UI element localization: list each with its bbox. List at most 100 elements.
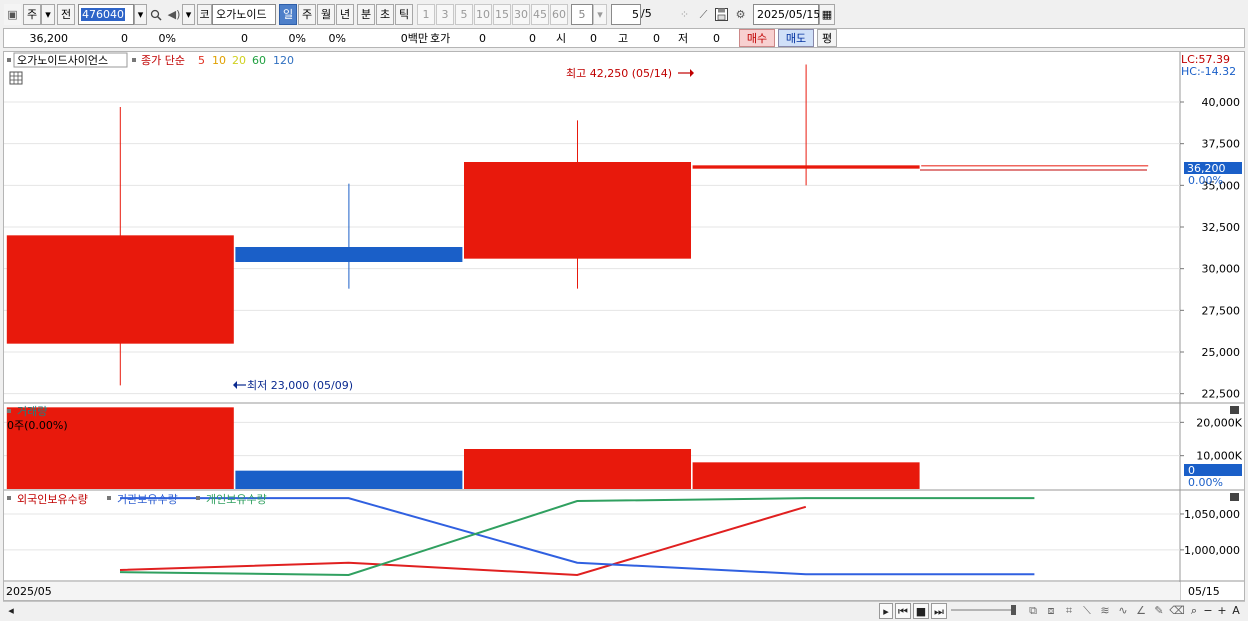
price-tick-label: 32,500	[1202, 221, 1241, 234]
ma-10-label[interactable]: 10	[212, 54, 226, 67]
period-day[interactable]: 일	[279, 4, 297, 25]
open-label: 시	[556, 32, 567, 45]
interval-3[interactable]: 3	[436, 4, 454, 25]
holdings-marker	[7, 496, 11, 500]
holdings-close-icon[interactable]	[1230, 493, 1239, 501]
volume-axis: 10,000K 20,000K	[1180, 416, 1243, 463]
line-tool-icon[interactable]: ⟍	[1079, 603, 1095, 619]
stock-name-field: 오가노이드	[212, 4, 276, 25]
layout-icon[interactable]: ▣	[4, 4, 21, 25]
interval-30[interactable]: 30	[512, 4, 530, 25]
date-axis-right: 05/15	[1188, 585, 1220, 598]
interval-45[interactable]: 45	[531, 4, 549, 25]
period-week[interactable]: 주	[298, 4, 316, 25]
date-axis-bg	[4, 582, 1180, 600]
interval-1[interactable]: 1	[417, 4, 435, 25]
ma-title[interactable]: 종가 단순	[141, 54, 185, 67]
ma-60-label[interactable]: 60	[252, 54, 266, 67]
prev-button[interactable]: 전	[57, 4, 75, 25]
interval-60[interactable]: 60	[550, 4, 568, 25]
high-label: 고	[618, 32, 629, 45]
avg-button[interactable]: 평	[817, 29, 837, 47]
sell-button[interactable]: 매도	[778, 29, 814, 47]
period-tick[interactable]: 틱	[395, 4, 413, 25]
magnify-icon[interactable]: ⌕	[1187, 603, 1201, 619]
code-dropdown[interactable]: ▾	[134, 4, 147, 25]
market-prefix[interactable]: 코	[197, 4, 212, 25]
volume-pct: 0%	[288, 32, 306, 45]
page-input[interactable]: 5	[611, 4, 641, 25]
forward-button[interactable]: ⏭	[931, 603, 947, 619]
scroll-left-arrow[interactable]: ◂	[5, 603, 17, 619]
compare-icon[interactable]: ⁘	[676, 4, 693, 25]
period-type-button[interactable]: 주	[23, 4, 41, 25]
font-size-icon[interactable]: A	[1229, 603, 1243, 619]
volume-bar	[235, 470, 463, 489]
text-tool-icon[interactable]: ✎	[1151, 603, 1167, 619]
page-total: /5	[641, 7, 652, 20]
zoom-slider[interactable]	[951, 603, 1017, 619]
zoom-in-icon[interactable]: +	[1215, 603, 1229, 619]
trend-tool-icon[interactable]: ⟋	[695, 4, 712, 25]
interval-15[interactable]: 15	[493, 4, 511, 25]
current-price: 36,200	[29, 32, 69, 45]
chart-scroll-bar[interactable]: ◂ ▸ ⏮ ■ ⏭ ⧉ ⧈ ⌗ ⟍ ≋ ∿ ∠ ✎ ⌫ ⌕ − + A	[3, 601, 1245, 619]
gear-icon[interactable]: ⚙	[732, 4, 749, 25]
quote-bar: 36,200 0 0% 0 0% 0% 0백만 호가 0 0 시 0 고 0 저…	[3, 28, 1245, 48]
turnover-pct: 0%	[328, 32, 346, 45]
volume-title[interactable]: 거래량	[17, 405, 47, 418]
search-icon[interactable]	[148, 4, 164, 25]
zoom-out-icon[interactable]: −	[1201, 603, 1215, 619]
low-annotation: 최저 23,000 (05/09)	[247, 379, 353, 392]
institution-holdings-line	[120, 497, 1035, 576]
legend-individual[interactable]: 개인보유수량	[206, 493, 267, 506]
period-minute[interactable]: 분	[357, 4, 375, 25]
calendar-icon[interactable]: ▦	[819, 4, 835, 25]
holdings-series	[119, 497, 1035, 576]
volume-current-pct: 0.00%	[1188, 476, 1223, 489]
volume-tick-label: 10,000K	[1196, 450, 1242, 463]
legend-foreign[interactable]: 외국인보유수량	[17, 493, 88, 506]
period-month[interactable]: 월	[317, 4, 335, 25]
save-icon[interactable]	[713, 4, 730, 25]
stop-button[interactable]: ■	[913, 603, 929, 619]
erase-icon[interactable]: ⌫	[1169, 603, 1185, 619]
ma-20-label[interactable]: 20	[232, 54, 246, 67]
chart-window: ▣ 주 ▾ 전 476040 ▾ ◀) ▾ 코 오가노이드 일 주 월 년 분 …	[0, 0, 1248, 621]
scroll-right-arrow[interactable]: ▸	[879, 603, 893, 619]
trade-amount: 0백만	[400, 32, 428, 45]
fibonacci-icon[interactable]: ≋	[1097, 603, 1113, 619]
price-change-pct: 0%	[158, 32, 176, 45]
stock-code-input[interactable]: 476040	[78, 4, 134, 25]
price-tick-label: 30,000	[1202, 263, 1241, 276]
period-type-dropdown[interactable]: ▾	[41, 4, 55, 25]
open-value: 0	[590, 32, 597, 45]
volume-close-icon[interactable]	[1230, 406, 1239, 414]
copy-icon[interactable]: ⧉	[1025, 603, 1041, 619]
ma-marker	[132, 58, 136, 62]
period-second[interactable]: 초	[376, 4, 394, 25]
ma-120-label[interactable]: 120	[273, 54, 294, 67]
crosshair-icon[interactable]: ⌗	[1061, 603, 1077, 619]
volume-info: 0주(0.00%)	[7, 419, 68, 432]
period-year[interactable]: 년	[336, 4, 354, 25]
holdings-tick-label: 1,000,000	[1184, 544, 1240, 557]
speaker-icon[interactable]: ◀)	[166, 4, 182, 25]
date-input[interactable]: 2025/05/15	[753, 4, 820, 25]
interval-dropdown[interactable]: ▾	[593, 4, 607, 25]
speaker-dropdown[interactable]: ▾	[182, 4, 195, 25]
grid-toggle-icon[interactable]	[9, 71, 23, 85]
interval-input[interactable]: 5	[571, 4, 593, 25]
interval-5[interactable]: 5	[455, 4, 473, 25]
bid-label: 호가	[430, 32, 451, 45]
buy-button[interactable]: 매수	[739, 29, 775, 47]
ma-5-label[interactable]: 5	[198, 54, 205, 67]
current-pct-tag-text: 0.00%	[1188, 174, 1223, 187]
legend-institution[interactable]: 기관보유수량	[117, 493, 178, 506]
rewind-button[interactable]: ⏮	[895, 603, 911, 619]
wave-icon[interactable]: ∿	[1115, 603, 1131, 619]
duplicate-icon[interactable]: ⧈	[1043, 603, 1059, 619]
angle-icon[interactable]: ∠	[1133, 603, 1149, 619]
chart-area[interactable]: 22,500 25,000 27,500 30,000 32,500 35,000 37,5…	[3, 51, 1245, 601]
interval-10[interactable]: 10	[474, 4, 492, 25]
